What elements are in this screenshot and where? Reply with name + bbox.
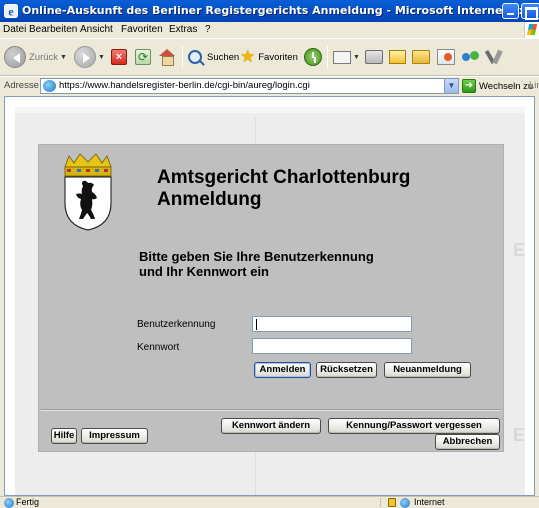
page-title-line1: Amtsgericht Charlottenburg [157, 167, 411, 188]
lock-icon [388, 498, 396, 507]
menu-tools[interactable]: Extras [169, 22, 197, 38]
folder-icon [412, 50, 430, 64]
minimize-button[interactable] [502, 3, 519, 19]
edit-button[interactable] [389, 39, 406, 75]
username-field[interactable] [252, 316, 412, 332]
password-field[interactable] [252, 338, 412, 354]
search-button[interactable]: Suchen [188, 39, 239, 75]
window-title: Online-Auskunft des Berliner Registerger… [22, 4, 539, 17]
security-zone-text: Internet [414, 497, 445, 507]
go-arrow-icon: ➜ [462, 79, 476, 93]
history-icon [304, 48, 322, 66]
folder-button[interactable] [412, 39, 430, 75]
toolbar-separator [327, 46, 328, 68]
text-cursor [256, 319, 257, 330]
favorites-button[interactable]: ★ Favoriten [240, 39, 298, 75]
forward-button[interactable]: ▼ [74, 39, 105, 75]
register-button[interactable]: Neuanmeldung [384, 362, 471, 378]
links-label[interactable]: Lir [529, 80, 539, 91]
menu-edit[interactable]: Bearbeiten [29, 22, 77, 38]
maximize-button[interactable] [521, 3, 539, 20]
messenger-icon [462, 49, 480, 65]
menu-help[interactable]: ? [205, 22, 211, 38]
background-letter: E [513, 240, 526, 260]
windows-logo-icon [524, 22, 539, 38]
menu-view[interactable]: Ansicht [80, 22, 113, 38]
chevron-down-icon: ▼ [60, 53, 67, 61]
messenger-button[interactable] [462, 39, 480, 75]
help-button[interactable]: Hilfe [51, 428, 77, 444]
page-title: Amtsgericht Charlottenburg Anmeldung [157, 167, 410, 211]
status-bar: Fertig Internet [0, 496, 539, 508]
refresh-button[interactable]: ⟳ [135, 39, 151, 75]
home-icon [158, 49, 176, 66]
password-label: Kennwort [137, 342, 180, 353]
chevron-down-icon: ▼ [353, 53, 360, 61]
edit-icon [389, 50, 406, 64]
back-button[interactable]: Zurück ▼ [4, 39, 67, 75]
svg-text:e: e [8, 5, 14, 19]
stop-button[interactable]: × [111, 39, 127, 75]
go-label: Wechseln zu [479, 80, 534, 92]
search-label: Suchen [207, 51, 240, 63]
status-separator [380, 498, 381, 507]
internet-explorer-icon: e [4, 4, 18, 18]
login-prompt: Bitte geben Sie Ihre Benutzerkennung und… [139, 249, 374, 279]
home-button[interactable] [158, 39, 176, 75]
search-icon [188, 50, 202, 64]
back-icon [4, 46, 26, 68]
berlin-coat-of-arms-icon [64, 153, 112, 231]
chevron-down-icon: ▼ [98, 53, 105, 61]
favorites-star-icon: ★ [240, 47, 256, 66]
research-button[interactable] [437, 39, 455, 75]
address-label: Adresse [4, 80, 39, 91]
favorites-label: Favoriten [258, 51, 298, 63]
title-bar[interactable]: e Online-Auskunft des Berliner Registerg… [0, 0, 539, 22]
page-icon [43, 80, 56, 92]
form-divider [41, 409, 501, 411]
go-button[interactable]: ➜ Wechseln zu [462, 78, 533, 94]
page-title-line2: Anmeldung [157, 189, 262, 210]
change-password-button[interactable]: Kennwort ändern [221, 418, 321, 434]
forgot-credentials-button[interactable]: Kennung/Passwort vergessen [328, 418, 500, 434]
menu-bar: Datei Bearbeiten Ansicht Favoriten Extra… [0, 22, 539, 38]
login-panel: Amtsgericht Charlottenburg Anmeldung Bit… [38, 144, 504, 452]
username-label: Benutzerkennung [137, 319, 216, 330]
toolbar: Zurück ▼ ▼ × ⟳ Suchen ★ Favoriten ▼ [0, 38, 539, 76]
login-prompt-line1: Bitte geben Sie Ihre Benutzerkennung [139, 249, 374, 264]
refresh-icon: ⟳ [135, 49, 151, 65]
background-letter: E [513, 425, 526, 445]
login-prompt-line2: und Ihr Kennwort ein [139, 264, 269, 279]
login-button[interactable]: Anmelden [254, 362, 311, 378]
stop-icon: × [111, 49, 127, 65]
tools-button[interactable] [486, 39, 503, 75]
menu-favorites[interactable]: Favoriten [121, 22, 163, 38]
reset-button[interactable]: Rücksetzen [316, 362, 377, 378]
tools-icon [486, 49, 503, 65]
forward-icon [74, 46, 96, 68]
mail-button[interactable]: ▼ [333, 39, 360, 75]
toolbar-separator [182, 46, 183, 68]
address-bar: Adresse https://www.handelsregister-berl… [0, 76, 539, 94]
history-button[interactable] [304, 39, 322, 75]
back-label: Zurück [29, 51, 59, 63]
mail-icon [333, 50, 351, 64]
print-icon [365, 50, 383, 64]
cancel-button[interactable]: Abbrechen [435, 434, 500, 450]
menu-file[interactable]: Datei [3, 22, 26, 38]
research-icon [437, 49, 455, 65]
browser-window: e Online-Auskunft des Berliner Registerg… [0, 0, 539, 508]
address-url[interactable]: https://www.handelsregister-berlin.de/cg… [59, 80, 310, 91]
address-field[interactable]: https://www.handelsregister-berlin.de/cg… [40, 78, 459, 94]
status-text: Fertig [16, 497, 40, 507]
print-button[interactable] [365, 39, 383, 75]
address-dropdown-button[interactable]: ▼ [444, 79, 458, 93]
imprint-button[interactable]: Impressum [81, 428, 148, 444]
